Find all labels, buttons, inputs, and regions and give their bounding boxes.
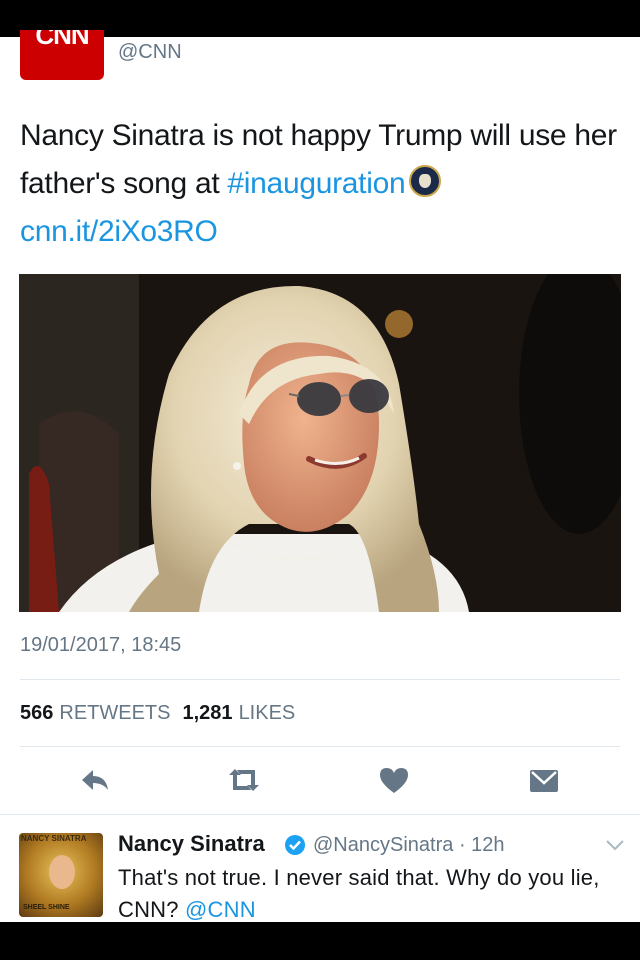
like-heart-icon: [380, 768, 408, 793]
bottom-bar: [0, 922, 640, 960]
presidential-seal-icon: [409, 165, 442, 197]
tweet-text: Nancy Sinatra is not happy Trump will us…: [20, 112, 620, 256]
retweet-icon: [229, 769, 259, 791]
author-handle[interactable]: @CNN: [118, 41, 182, 64]
direct-message-button[interactable]: [526, 764, 562, 796]
avatar-face: [49, 855, 75, 889]
direct-message-icon: [530, 770, 558, 792]
tweet-timestamp: 19/01/2017, 18:45: [20, 634, 182, 656]
divider: [20, 679, 620, 680]
tweet-photo[interactable]: [19, 274, 621, 612]
hashtag-link[interactable]: #inauguration: [227, 167, 405, 200]
reply-mention-link[interactable]: @CNN: [185, 897, 256, 922]
cnn-avatar[interactable]: CNN: [20, 30, 104, 80]
reply-text: That's not true. I never said that. Why …: [118, 862, 618, 926]
reply-meta: @NancySinatra · 12h: [313, 834, 505, 857]
likes-count[interactable]: 1,281: [183, 702, 233, 724]
chevron-down-icon: [606, 840, 624, 851]
reply-author-name[interactable]: Nancy Sinatra: [118, 831, 265, 857]
avatar-caption-bottom: SHEEL SHINE: [23, 904, 70, 911]
reply-menu-button[interactable]: [604, 836, 626, 854]
like-button[interactable]: [376, 764, 412, 796]
reply-icon: [82, 770, 108, 790]
reply-time: · 12h: [458, 834, 505, 856]
likes-label[interactable]: LIKES: [239, 702, 296, 724]
tweet-stats: 566 RETWEETS 1,281 LIKES: [20, 702, 295, 725]
divider: [20, 746, 620, 747]
retweet-button[interactable]: [226, 764, 262, 796]
avatar-caption-top: NANCY SINATRA: [21, 834, 87, 843]
reply-avatar[interactable]: NANCY SINATRA SHEEL SHINE: [19, 833, 103, 917]
retweets-count[interactable]: 566: [20, 702, 53, 724]
reply-button[interactable]: [78, 764, 114, 796]
verified-badge-icon: [285, 835, 305, 855]
photo-illustration: [19, 274, 621, 612]
reply-author-handle[interactable]: @NancySinatra: [313, 834, 453, 856]
section-divider: [0, 814, 640, 815]
cnn-logo-text: CNN: [35, 30, 89, 50]
article-link[interactable]: cnn.it/2iXo3RO: [20, 215, 218, 248]
retweets-label[interactable]: RETWEETS: [59, 702, 170, 724]
